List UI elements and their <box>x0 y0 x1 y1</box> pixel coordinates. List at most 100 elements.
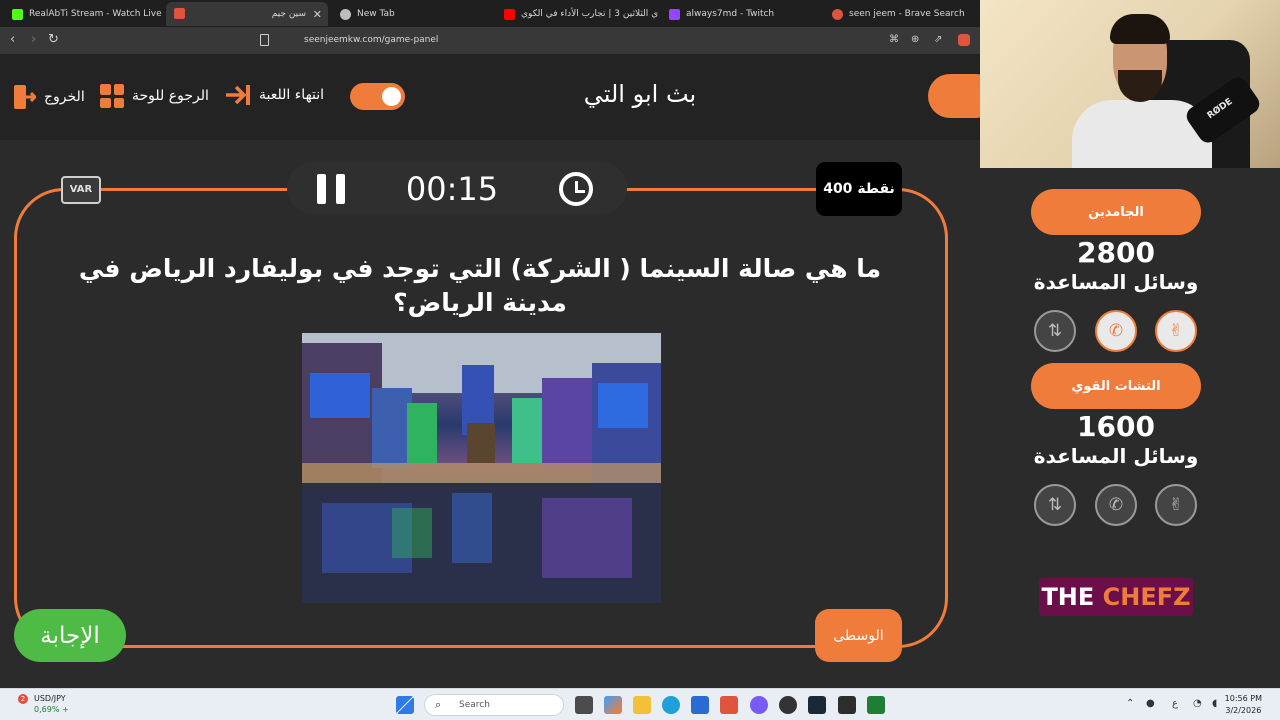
tab-kick[interactable]: RealAbTi Stream - Watch Live on Kick <box>4 2 164 26</box>
team-1-name: الجامدين <box>1031 189 1201 235</box>
exit-door-icon <box>14 85 36 109</box>
tab-new[interactable]: New Tab <box>332 2 492 26</box>
bookmark-icon[interactable] <box>260 34 269 46</box>
exit-button[interactable]: الخروج <box>12 84 85 110</box>
timer-display: 00:15 <box>405 170 499 208</box>
board-grid-icon <box>100 84 124 108</box>
kick-icon <box>12 8 23 20</box>
team-1-call-icon[interactable]: ✆ <box>1095 310 1137 352</box>
wifi-icon[interactable]: ◔ <box>1193 698 1202 709</box>
teams-panel: الجامدين 2800 وسائل المساعدة ⇅ ✆ ✌ التشا… <box>980 168 1280 688</box>
taskbar-search[interactable]: ⌕ Search <box>424 694 564 716</box>
twitch-icon <box>669 8 680 20</box>
mic-icon[interactable]: ● <box>1146 698 1155 709</box>
address-bar-row: ‹ › ↻ seenjeemkw.com/game-panel ⌘ ⊕ ⇗ <box>0 27 980 54</box>
notification-badge: 2 <box>18 694 28 704</box>
ticker-name: USD/JPY <box>34 694 66 703</box>
sponsor-logo: THE CHEFZ <box>1039 578 1193 616</box>
url-text: seenjeemkw.com/game-panel <box>304 35 439 45</box>
page-title: بث ابو التي <box>583 80 697 108</box>
discord-icon[interactable] <box>750 696 768 714</box>
end-game-button[interactable]: انتهاء اللعبة <box>225 84 324 106</box>
ticker-value: 0,69% + <box>34 705 69 714</box>
close-icon[interactable]: ✕ <box>313 8 322 21</box>
question-image <box>302 333 661 603</box>
category-badge: الوسطى <box>815 609 902 662</box>
team-2-two-answers-icon[interactable]: ✌ <box>1155 484 1197 526</box>
tab-twitch[interactable]: always7md - Twitch <box>661 2 821 26</box>
tab-brave-search[interactable]: seen jeem - Brave Search <box>824 2 980 26</box>
team-2-helpers-label: وسائل المساعدة <box>1033 444 1199 468</box>
translate-icon[interactable]: ⌘ <box>889 34 901 46</box>
zoom-icon[interactable]: ⊕ <box>911 34 923 46</box>
back-to-board-label: الرجوع للوحة <box>132 88 209 104</box>
back-icon[interactable]: ‹ <box>10 32 15 47</box>
obs-icon[interactable] <box>779 696 797 714</box>
team-1-helpers-label: وسائل المساعدة <box>1033 270 1199 294</box>
pause-icon[interactable] <box>317 174 345 204</box>
game-toggle-switch[interactable] <box>350 83 405 110</box>
volume-icon[interactable]: ◖ <box>1212 698 1217 709</box>
reload-icon[interactable]: ↻ <box>48 32 59 47</box>
windows-taskbar: 2 USD/JPY 0,69% + ⌕ Search ⌃ ● ع ◔ ◖ 10:… <box>0 688 1280 720</box>
game-header: الخروج الرجوع للوحة انتهاء اللعبة بث ابو… <box>0 54 998 140</box>
brave-search-icon <box>832 8 843 20</box>
url-field[interactable]: seenjeemkw.com/game-panel <box>274 30 980 51</box>
timer-bar: 00:15 <box>287 162 627 214</box>
exit-label: الخروج <box>44 89 85 105</box>
tab-seenjeem[interactable]: سين جيم ✕ <box>166 2 328 26</box>
search-icon: ⌕ <box>435 698 442 711</box>
search-placeholder: Search <box>459 700 490 710</box>
seenjeem-icon <box>174 8 185 19</box>
team-1-two-answers-icon[interactable]: ✌ <box>1155 310 1197 352</box>
clock-date: 3/2/2026 <box>1225 706 1262 715</box>
file-explorer-icon[interactable] <box>633 696 651 714</box>
answer-button[interactable]: الإجابة <box>14 609 126 662</box>
clock[interactable]: 10:56 PM 3/2/2026 <box>1225 693 1262 717</box>
stock-widget[interactable]: 2 USD/JPY 0,69% + <box>12 693 69 715</box>
tab-title: seen jeem - Brave Search <box>849 9 965 19</box>
forward-icon[interactable]: › <box>31 32 36 47</box>
reset-timer-icon[interactable] <box>559 172 593 206</box>
team-1-score: 2800 <box>1077 236 1155 269</box>
tab-title: always7md - Twitch <box>686 9 775 19</box>
boulevard-photo <box>302 333 661 603</box>
copilot-icon[interactable] <box>604 696 622 714</box>
clock-time: 10:56 PM <box>1224 694 1262 703</box>
brave-rewards-icon[interactable] <box>958 34 970 46</box>
tab-youtube[interactable]: تحدي الثلاثين 3 | تجارب الأداء في الكوي.… <box>496 2 658 26</box>
var-icon[interactable]: VAR <box>61 176 101 204</box>
team-2-swap-icon[interactable]: ⇅ <box>1034 484 1076 526</box>
tray-chevron-icon[interactable]: ⌃ <box>1126 698 1134 709</box>
tab-title: RealAbTi Stream - Watch Live on Kick <box>29 9 164 19</box>
store-icon[interactable] <box>691 696 709 714</box>
brave-shield-icon <box>340 8 351 20</box>
team-2-call-icon[interactable]: ✆ <box>1095 484 1137 526</box>
terminal-icon[interactable] <box>867 696 885 714</box>
windows-start-icon[interactable] <box>396 696 414 714</box>
team-2-name: التشات القوي <box>1031 363 1201 409</box>
keyboard-lang[interactable]: ع <box>1172 698 1178 709</box>
share-icon[interactable]: ⇗ <box>934 34 946 46</box>
streamer-hair <box>1110 14 1170 44</box>
browser-tab-bar: RealAbTi Stream - Watch Live on Kick سين… <box>0 0 980 27</box>
team-1-swap-icon[interactable]: ⇅ <box>1034 310 1076 352</box>
end-arrow-icon <box>226 85 250 105</box>
brave-icon[interactable] <box>720 696 738 714</box>
youtube-icon <box>504 8 515 20</box>
tab-title: New Tab <box>357 9 395 19</box>
steam-icon[interactable] <box>808 696 826 714</box>
edge-icon[interactable] <box>662 696 680 714</box>
webcam-overlay: RØDE <box>980 0 1280 168</box>
back-to-board-button[interactable]: الرجوع للوحة <box>100 84 209 108</box>
points-badge: 400 نقطة <box>816 162 902 216</box>
app-icon[interactable] <box>838 696 856 714</box>
tab-title: تحدي الثلاثين 3 | تجارب الأداء في الكوي.… <box>521 9 658 19</box>
task-view-icon[interactable] <box>575 696 593 714</box>
end-game-label: انتهاء اللعبة <box>259 87 325 103</box>
sponsor-text-2: CHEFZ <box>1102 583 1191 611</box>
question-text: ما هي صالة السينما ( الشركة) التي توجد ف… <box>78 254 882 317</box>
sponsor-text-1: THE <box>1041 583 1103 611</box>
team-2-score: 1600 <box>1077 410 1155 443</box>
tab-title: سين جيم <box>271 9 306 19</box>
